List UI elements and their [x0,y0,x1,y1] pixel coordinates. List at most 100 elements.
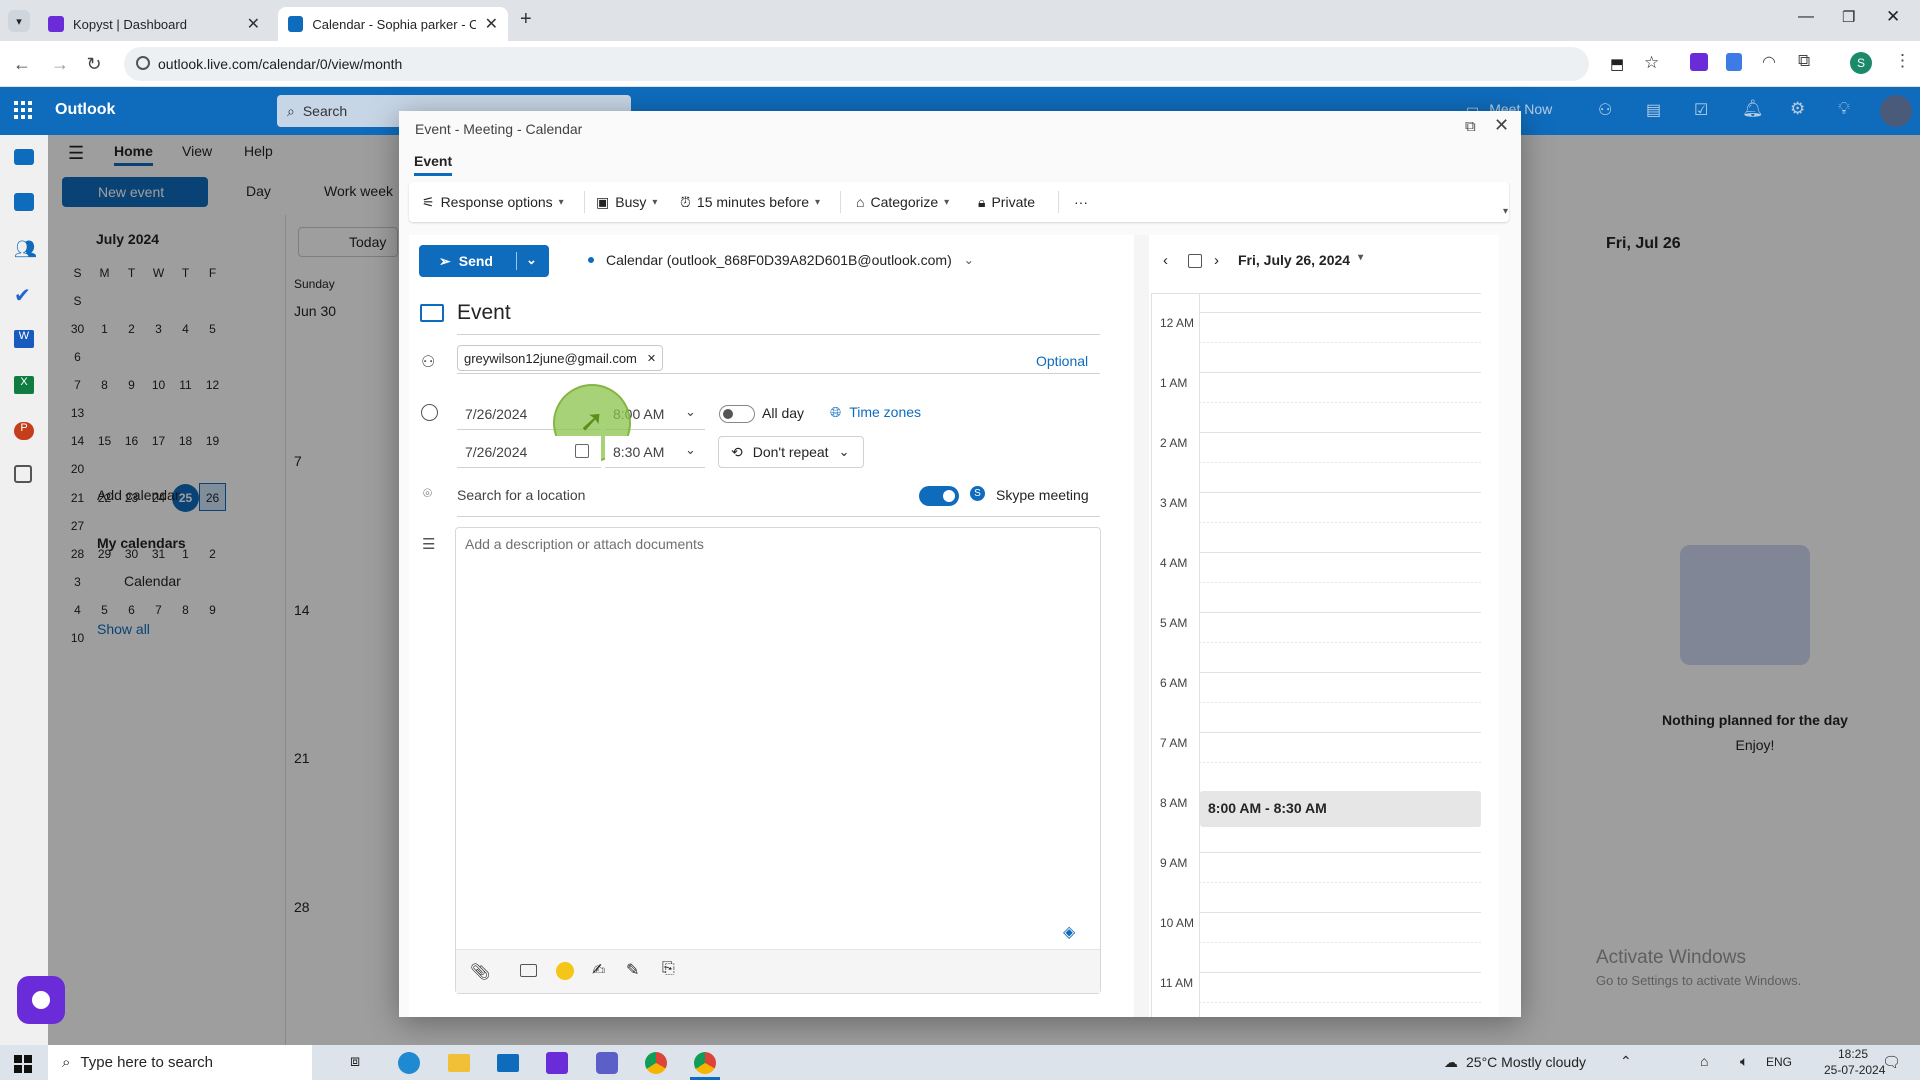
kopyst-taskbar-icon[interactable] [546,1052,568,1074]
back-icon[interactable]: ← [10,52,34,76]
go-to-today-icon[interactable] [1188,254,1202,268]
notifications-bell-icon[interactable]: 🔔︎ [1742,99,1764,119]
calendar-icon[interactable] [14,193,34,211]
windows-start-icon[interactable] [14,1055,32,1073]
skype-icon: S [970,486,985,501]
edge-taskbar-icon[interactable] [398,1052,420,1074]
send-button[interactable]: ➢ Send ⌄ [419,245,549,277]
taskbar-search[interactable]: ⌕ Type here to search [48,1045,312,1080]
popout-icon[interactable]: ⧉ [1465,118,1476,135]
skype-toggle[interactable] [919,486,959,506]
browser-tab-kopyst[interactable]: Kopyst | Dashboard ✕ [38,7,270,41]
attach-paperclip-icon[interactable]: 📎︎ [470,962,490,982]
app-name[interactable]: Outlook [55,101,115,119]
extensions-puzzle-icon[interactable]: ⧉ [1798,51,1810,71]
volume-icon[interactable]: 🔈︎ [1740,1053,1748,1070]
extension-icon[interactable]: ◠ [1762,52,1776,72]
bookmark-star-icon[interactable]: ☆ [1644,53,1659,73]
end-time-input[interactable]: 8:30 AM ⌄ [605,436,705,468]
private-button[interactable]: 🔒︎ Private [978,183,1035,221]
site-info-icon[interactable] [136,56,150,70]
chrome-active-taskbar-icon[interactable] [694,1052,716,1074]
insert-picture-icon[interactable] [520,964,537,977]
tab-search-chevron-icon[interactable]: ▾ [8,10,30,32]
ribbon-expand-icon[interactable]: ▾ [1503,206,1508,217]
file-explorer-taskbar-icon[interactable] [448,1054,470,1072]
categorize-button[interactable]: ⌂ Categorize ▾ [856,183,949,221]
network-icon[interactable]: ⌂ [1700,1053,1708,1069]
close-window-icon[interactable]: ✕ [1886,7,1900,27]
draw-pen-icon[interactable]: ✎ [626,960,639,980]
emoji-icon[interactable] [556,962,574,980]
close-tab-icon[interactable]: ✕ [247,14,260,34]
schedule-date-picker[interactable]: Fri, July 26, 2024 ▾ [1238,252,1363,268]
reminder-button[interactable]: ⏰︎ 15 minutes before ▾ [680,183,820,221]
calendar-small-icon[interactable] [575,444,589,458]
send-split-divider [516,252,517,270]
remove-attendee-icon[interactable]: ✕ [647,352,656,365]
tab-event[interactable]: Event [414,153,453,176]
people-icon[interactable]: 👥︎ [14,239,37,260]
extension-icon[interactable] [1726,53,1742,71]
show-as-button[interactable]: ▣ Busy ▾ [596,183,657,221]
previous-day-icon[interactable]: ‹ [1163,252,1168,269]
task-view-icon[interactable]: ⧈ [350,1053,360,1071]
input-language[interactable]: ENG [1766,1055,1792,1069]
tips-lightbulb-icon[interactable]: 💡︎ [1838,99,1850,119]
mail-taskbar-icon[interactable] [497,1054,519,1072]
next-day-icon[interactable]: › [1214,252,1219,269]
app-launcher-icon[interactable] [14,101,32,119]
account-avatar[interactable] [1880,95,1912,127]
mail-icon[interactable] [14,149,34,165]
more-apps-icon[interactable] [14,465,32,483]
address-bar[interactable]: outlook.live.com/calendar/0/view/month ⬒… [124,47,1659,81]
powerpoint-app-icon[interactable]: P [14,422,34,440]
loop-component-icon[interactable]: ⎘ [662,960,675,978]
editor-icon[interactable]: ✍︎ [592,960,605,980]
attendee-chip[interactable]: greywilson12june@gmail.com ✕ [457,345,664,371]
install-app-icon[interactable]: ⬒ [1610,55,1624,73]
end-date-input[interactable]: 7/26/2024 [457,436,601,468]
premium-diamond-icon[interactable]: ◈ [1063,922,1075,942]
teams-taskbar-icon[interactable] [596,1052,618,1074]
event-title-input[interactable]: Event [457,301,1100,335]
time-zones-button[interactable]: 🌐︎ Time zones [830,404,921,421]
response-options-button[interactable]: ⚟ Response options ▾ [422,183,564,221]
notification-center-icon[interactable]: 🗨︎ [1882,1053,1901,1071]
minimize-window-icon[interactable]: — [1798,8,1814,26]
profile-avatar[interactable]: S [1850,52,1872,74]
todo-icon[interactable]: ☑ [1694,100,1708,120]
send-dropdown-chevron-icon[interactable]: ⌄ [526,252,537,268]
description-editor[interactable]: Add a description or attach documents ◈ … [455,527,1101,994]
all-day-toggle[interactable] [719,405,755,423]
event-preview-block[interactable]: 8:00 AM - 8:30 AM [1200,791,1481,827]
optional-attendees-link[interactable]: Optional [1036,353,1088,369]
kopyst-extension-icon[interactable] [1690,53,1708,71]
description-icon: ☰ [422,536,436,553]
repeat-dropdown[interactable]: ⟲ Don't repeat ⌄ [718,436,864,468]
chrome-taskbar-icon[interactable] [645,1052,667,1074]
teams-icon[interactable]: ⚇ [1598,100,1612,120]
kopyst-floating-button[interactable] [17,976,65,1024]
clock-date[interactable]: 25-07-2024 [1824,1063,1885,1077]
restore-window-icon[interactable]: ❐ [1842,8,1855,26]
word-app-icon[interactable]: W [14,330,34,348]
clock-time[interactable]: 18:25 [1838,1047,1868,1061]
word-icon[interactable]: ▤ [1646,100,1661,120]
weather-widget[interactable]: ☁ 25°C Mostly cloudy [1444,1054,1586,1071]
browser-menu-icon[interactable]: ⋮ [1894,51,1911,71]
reload-icon[interactable]: ↻ [82,52,106,76]
forward-icon[interactable]: → [48,52,72,76]
chevron-down-icon: ▾ [558,196,564,208]
browser-tab-outlook[interactable]: Calendar - Sophia parker - Outl ✕ [278,7,508,41]
calendar-picker[interactable]: Calendar (outlook_868F0D39A82D601B@outlo… [588,252,974,268]
excel-app-icon[interactable]: X [14,376,34,394]
close-tab-icon[interactable]: ✕ [485,14,498,34]
settings-gear-icon[interactable]: ⚙ [1790,99,1805,119]
show-hidden-icons-icon[interactable]: ⌃ [1620,1053,1632,1070]
more-options-button[interactable]: ··· [1074,183,1088,221]
schedule-scrollbar[interactable] [1134,235,1149,1017]
close-modal-icon[interactable]: ✕ [1494,115,1509,136]
new-tab-icon[interactable]: + [520,8,532,31]
todo-check-icon[interactable]: ✔ [14,283,31,308]
